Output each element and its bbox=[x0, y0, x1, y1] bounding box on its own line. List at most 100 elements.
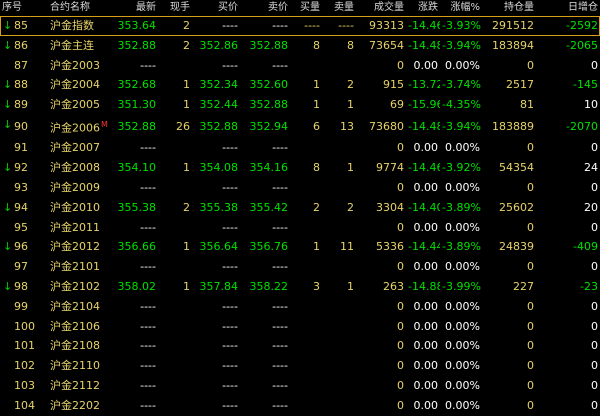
cell-contract-name[interactable]: 沪金2006M bbox=[48, 115, 114, 138]
cell-seq: ↓ 90 bbox=[0, 115, 48, 138]
cell-contract-name[interactable]: 沪金2101 bbox=[48, 257, 114, 277]
cell-ask-qty bbox=[322, 317, 356, 337]
table-row[interactable]: 101 沪金2108 ---- ---- ---- 0 0.00 0.00% 0 0 bbox=[0, 336, 600, 356]
cell-contract-name[interactable]: 沪金2202 bbox=[48, 396, 114, 416]
column-header-6[interactable]: 买量 bbox=[290, 0, 322, 16]
cell-current-volume bbox=[158, 356, 192, 376]
cell-contract-name[interactable]: 沪金2007 bbox=[48, 138, 114, 158]
table-row[interactable]: 102 沪金2110 ---- ---- ---- 0 0.00 0.00% 0 0 bbox=[0, 356, 600, 376]
table-row[interactable]: 87 沪金2003 ---- ---- ---- 0 0.00 0.00% 0 0 bbox=[0, 56, 600, 76]
cell-contract-name[interactable]: 沪金指数 bbox=[48, 16, 114, 36]
column-header-12[interactable]: 日增仓 bbox=[536, 0, 600, 16]
table-row[interactable]: 103 沪金2112 ---- ---- ---- 0 0.00 0.00% 0 0 bbox=[0, 376, 600, 396]
table-row[interactable]: ↓ 96 沪金2012 356.66 1 356.64 356.76 1 11 5336 -14.4… bbox=[0, 237, 600, 257]
table-row[interactable]: ↓ 86 沪金主连 352.88 2 352.86 352.88 8 8 73654 -14.48-… bbox=[0, 36, 600, 56]
contract-name: 沪金主连 bbox=[50, 38, 94, 52]
table-row[interactable]: 100 沪金2106 ---- ---- ---- 0 0.00 0.00% 0 0 bbox=[0, 317, 600, 337]
table-row[interactable]: 97 沪金2101 ---- ---- ---- 0 0.00 0.00% 0 0 bbox=[0, 257, 600, 277]
column-header-5[interactable]: 卖价 bbox=[240, 0, 290, 16]
cell-contract-name[interactable]: 沪金2104 bbox=[48, 297, 114, 317]
seq-number: 102 bbox=[14, 359, 35, 373]
cell-bid-qty bbox=[290, 396, 322, 416]
table-row[interactable]: ↓ 98 沪金2102 358.02 1 357.84 358.22 3 1 263 -14.88-… bbox=[0, 277, 600, 297]
column-header-0[interactable]: 序号 bbox=[0, 0, 48, 16]
cell-contract-name[interactable]: 沪金2004 bbox=[48, 75, 114, 95]
cell-ask-qty bbox=[322, 356, 356, 376]
cell-volume: 73654 bbox=[369, 38, 404, 52]
column-header-4[interactable]: 买价 bbox=[192, 0, 240, 16]
cell-bid-price: ---- bbox=[222, 260, 238, 274]
seq-number: 104 bbox=[14, 398, 35, 412]
cell-latest: 351.30 bbox=[117, 98, 157, 112]
cell-ask-price: ---- bbox=[272, 58, 288, 72]
cell-contract-name[interactable]: 沪金2011 bbox=[48, 218, 114, 238]
cell-open-interest: 0 bbox=[527, 181, 534, 195]
cell-contract-name[interactable]: 沪金2003 bbox=[48, 56, 114, 76]
table-row[interactable]: 91 沪金2007 ---- ---- ---- 0 0.00 0.00% 0 0 bbox=[0, 138, 600, 158]
cell-bid-qty bbox=[290, 376, 322, 396]
cell-ask-qty bbox=[322, 138, 356, 158]
column-header-2[interactable]: 最新 bbox=[114, 0, 158, 16]
cell-volume: 0 bbox=[397, 359, 404, 373]
table-row[interactable]: 93 沪金2009 ---- ---- ---- 0 0.00 0.00% 0 0 bbox=[0, 178, 600, 198]
cell-contract-name[interactable]: 沪金2108 bbox=[48, 336, 114, 356]
cell-change-pct: -3.94% bbox=[442, 119, 481, 133]
cell-ask-qty: 1 bbox=[347, 161, 354, 175]
table-row[interactable]: ↓ 85 沪金指数 353.64 2 ---- ---- ---- ---- 93313 -14.4… bbox=[0, 16, 600, 36]
cell-ask-price: ---- bbox=[272, 319, 288, 333]
cell-change-pct: 0.00% bbox=[445, 339, 480, 353]
cell-change: -14.40 bbox=[408, 200, 440, 214]
column-header-7[interactable]: 卖量 bbox=[322, 0, 356, 16]
cell-contract-name[interactable]: 沪金2112 bbox=[48, 376, 114, 396]
seq-number: 87 bbox=[14, 58, 28, 72]
cell-contract-name[interactable]: 沪金2012 bbox=[48, 237, 114, 257]
cell-latest: 355.38 bbox=[117, 200, 157, 214]
table-row[interactable]: 95 沪金2011 ---- ---- ---- 0 0.00 0.00% 0 0 bbox=[0, 218, 600, 238]
cell-open-interest: 227 bbox=[513, 280, 534, 294]
cell-contract-name[interactable]: 沪金2110 bbox=[48, 356, 114, 376]
cell-current-volume: 1 bbox=[183, 280, 190, 294]
cell-bid-qty bbox=[290, 356, 322, 376]
cell-bid-price: ---- bbox=[222, 181, 238, 195]
contract-name: 沪金2104 bbox=[50, 299, 100, 313]
seq-number: 92 bbox=[14, 161, 28, 175]
cell-volume: 0 bbox=[397, 141, 404, 155]
table-row[interactable]: ↓ 88 沪金2004 352.68 1 352.34 352.60 1 2 915 -13.72-… bbox=[0, 75, 600, 95]
cell-contract-name[interactable]: 沪金2102 bbox=[48, 277, 114, 297]
cell-contract-name[interactable]: 沪金2005 bbox=[48, 95, 114, 115]
cell-contract-name[interactable]: 沪金2010 bbox=[48, 198, 114, 218]
cell-change: -15.96 bbox=[408, 98, 440, 112]
cell-contract-name[interactable]: 沪金2008 bbox=[48, 158, 114, 178]
table-row[interactable]: 104 沪金2202 ---- ---- ---- 0 0.00 0.00% 0 0 bbox=[0, 396, 600, 416]
table-row[interactable]: 99 沪金2104 ---- ---- ---- 0 0.00 0.00% 0 0 bbox=[0, 297, 600, 317]
cell-ask-qty: ---- bbox=[322, 16, 356, 36]
cell-volume: 9774 bbox=[376, 161, 404, 175]
table-row[interactable]: ↓ 89 沪金2005 351.30 1 352.44 352.88 1 1 69 -15.96 -4… bbox=[0, 95, 600, 115]
column-header-11[interactable]: 持仓量 bbox=[482, 0, 536, 16]
column-header-8[interactable]: 成交量 bbox=[356, 0, 406, 16]
column-header-1[interactable]: 合约名称 bbox=[48, 0, 114, 16]
cell-ask-qty bbox=[322, 297, 356, 317]
column-header-10[interactable]: 涨幅% bbox=[440, 0, 482, 16]
table-row[interactable]: ↓ 90 沪金2006M 352.88 26 352.88 352.94 6 13 73680 -1… bbox=[0, 115, 600, 138]
cell-contract-name[interactable]: 沪金2009 bbox=[48, 178, 114, 198]
cell-latest: ---- bbox=[140, 220, 156, 234]
column-header-3[interactable]: 现手 bbox=[158, 0, 192, 16]
cell-oi-change: 0 bbox=[591, 339, 598, 353]
cell-ask-price: 354.16 bbox=[249, 161, 289, 175]
cell-contract-name[interactable]: 沪金2106 bbox=[48, 317, 114, 337]
cell-contract-name[interactable]: 沪金主连 bbox=[48, 36, 114, 56]
cell-change: 0.00 bbox=[413, 339, 439, 353]
table-row[interactable]: ↓ 94 沪金2010 355.38 2 355.38 355.42 2 2 3304 -14.40… bbox=[0, 198, 600, 218]
cell-current-volume bbox=[158, 138, 192, 158]
table-row[interactable]: ↓ 92 沪金2008 354.10 1 354.08 354.16 8 1 9774 -14.46… bbox=[0, 158, 600, 178]
seq-number: 96 bbox=[14, 240, 28, 254]
column-header-9[interactable]: 涨跌 bbox=[406, 0, 440, 16]
cell-latest: 356.66 bbox=[117, 240, 157, 254]
cell-change-pct: -3.93% bbox=[440, 16, 482, 36]
cell-change: 0.00 bbox=[413, 379, 439, 392]
cell-current-volume bbox=[158, 376, 192, 396]
cell-bid-qty: 8 bbox=[313, 38, 320, 52]
contract-name: 沪金2003 bbox=[50, 58, 100, 72]
seq-number: 85 bbox=[14, 19, 28, 32]
